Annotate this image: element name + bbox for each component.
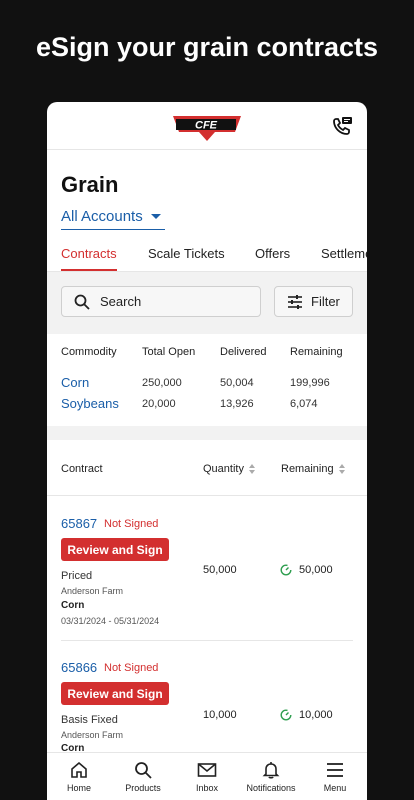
contract-status: Not Signed [104,662,159,674]
column-header-contract: Contract [61,463,103,475]
contract-remaining-value: 50,000 [299,564,333,576]
gauge-icon [280,564,292,576]
search-icon [135,762,152,779]
cfe-logo: CFE [173,116,241,141]
account-selector-label: All Accounts [61,208,143,225]
search-input[interactable]: Search [61,286,261,317]
review-and-sign-button[interactable]: Review and Sign [61,538,169,561]
contract-farm: Anderson Farm [61,586,124,596]
summary-commodity-link[interactable]: Soybeans [61,396,119,411]
promo-headline: eSign your grain contracts [35,32,379,62]
summary-cell: 50,004 [220,377,254,389]
column-header-label: Contract [61,463,103,475]
contract-commodity: Corn [61,600,85,611]
bell-icon [262,762,280,779]
app-header: CFE [47,102,367,150]
search-placeholder: Search [100,294,142,309]
tab-bar: Contracts Scale Tickets Offers Settlemen… [47,240,367,272]
home-icon [71,761,87,778]
nav-home[interactable]: Home [47,753,111,800]
sort-icon [338,464,345,474]
commodity-summary: Commodity Total Open Delivered Remaining… [47,334,367,426]
contract-quantity: 10,000 [203,709,237,721]
nav-menu[interactable]: Menu [303,753,367,800]
nav-inbox[interactable]: Inbox [175,753,239,800]
column-header-label: Quantity [203,463,244,475]
review-and-sign-button[interactable]: Review and Sign [61,682,169,705]
nav-label: Products [125,783,161,793]
filter-label: Filter [311,294,340,309]
tab-settlements[interactable]: Settlements [321,246,367,261]
sort-icon [248,464,255,474]
contract-id-link[interactable]: 65867 [61,516,97,531]
tab-scale-tickets[interactable]: Scale Tickets [148,246,225,261]
search-bar-area: Search Filter [47,272,367,334]
nav-label: Home [66,783,91,793]
section-separator [47,426,367,440]
summary-header-delivered: Delivered [220,346,267,358]
nav-label: Notifications [246,783,296,793]
column-header-remaining[interactable]: Remaining [281,463,345,475]
summary-commodity-link[interactable]: Corn [61,375,89,390]
search-icon [74,294,90,310]
contract-remaining-value: 10,000 [299,709,333,721]
summary-cell: 250,000 [142,377,182,389]
contract-type: Basis Fixed [61,714,118,726]
nav-products[interactable]: Products [111,753,175,800]
summary-cell: 13,926 [220,398,254,410]
mail-icon [197,763,217,777]
summary-header-remaining: Remaining [290,346,343,358]
nav-label: Menu [323,783,347,793]
filter-button[interactable]: Filter [274,286,353,317]
bottom-navigation: Home Products Inbox Notifications Menu [47,752,367,800]
contract-remaining: 10,000 [280,709,333,721]
column-header-label: Remaining [281,463,334,475]
tab-offers[interactable]: Offers [255,246,290,261]
summary-cell: 20,000 [142,398,176,410]
tab-contracts[interactable]: Contracts [61,246,117,261]
column-header-quantity[interactable]: Quantity [203,463,255,475]
contract-remaining: 50,000 [280,564,333,576]
contracts-table-header: Contract Quantity Remaining [47,440,367,496]
contract-id-link[interactable]: 65866 [61,660,97,675]
nav-notifications[interactable]: Notifications [239,753,303,800]
contract-quantity: 50,000 [203,564,237,576]
account-selector-underline [61,229,165,230]
menu-icon [327,763,343,777]
summary-cell: 6,074 [290,398,318,410]
page-title: Grain [61,172,119,197]
contract-farm: Anderson Farm [61,730,124,740]
svg-text:CFE: CFE [195,120,218,132]
contract-status: Not Signed [104,518,159,530]
account-selector[interactable]: All Accounts [61,208,161,225]
sliders-icon [288,294,302,309]
contract-dates: 03/31/2024 - 05/31/2024 [61,616,160,626]
contract-row[interactable]: 65867 Not Signed Review and Sign Priced … [47,496,367,642]
contract-type: Priced [61,570,93,582]
caret-down-icon [150,214,161,219]
nav-label: Inbox [195,783,219,793]
phone-message-icon[interactable] [331,116,353,138]
app-screen: CFE Grain All Accounts Contracts Scale T… [47,102,367,800]
summary-header-commodity: Commodity [61,346,117,358]
row-divider [61,640,353,641]
summary-cell: 199,996 [290,377,330,389]
summary-header-total-open: Total Open [142,346,196,358]
gauge-icon [280,709,292,721]
